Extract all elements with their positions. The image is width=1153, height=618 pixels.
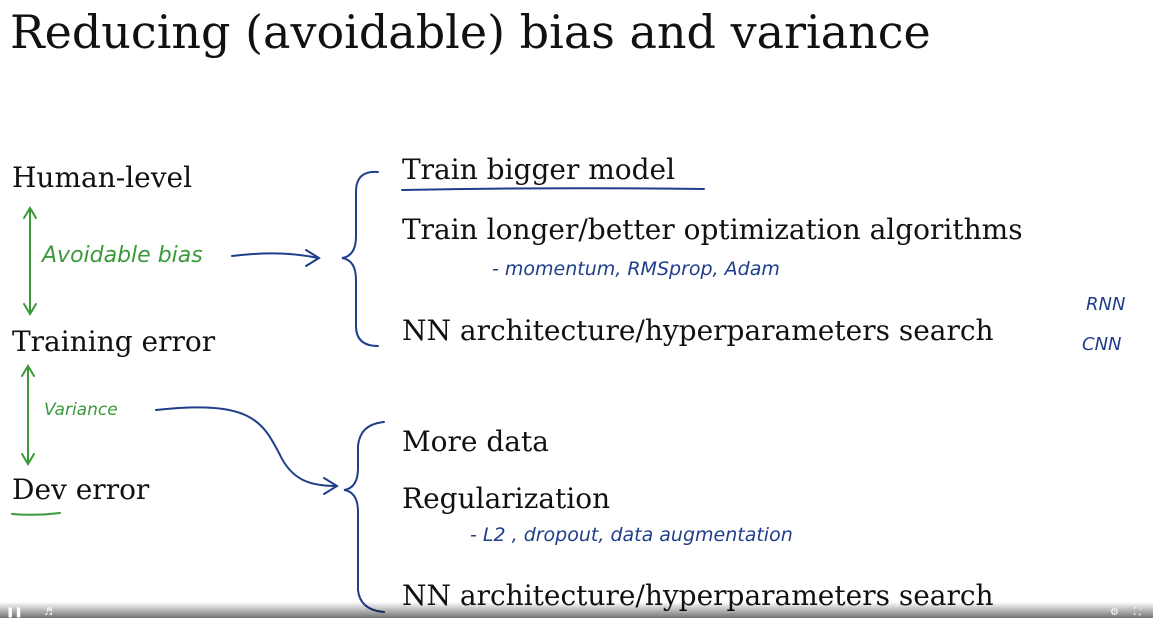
- variance-brace: [343, 421, 385, 613]
- settings-icon[interactable]: ⚙: [1110, 608, 1119, 618]
- variance-pointer-arrow: [155, 406, 339, 495]
- bias-brace: [341, 170, 379, 347]
- fullscreen-icon[interactable]: ⛶: [1134, 608, 1141, 618]
- volume-icon[interactable]: ♬: [44, 608, 53, 618]
- dev-error-underline: [11, 512, 61, 516]
- variance-arrow: [21, 364, 35, 466]
- video-control-bar: ❚❚ ♬ ⚙ ⛶: [0, 602, 1153, 618]
- avoidable-bias-arrow: [23, 206, 37, 316]
- pause-icon[interactable]: ❚❚: [6, 608, 23, 618]
- bias-pointer-arrow: [231, 249, 321, 267]
- train-bigger-model-underline: [401, 187, 705, 191]
- handwriting-strokes: [11, 170, 705, 613]
